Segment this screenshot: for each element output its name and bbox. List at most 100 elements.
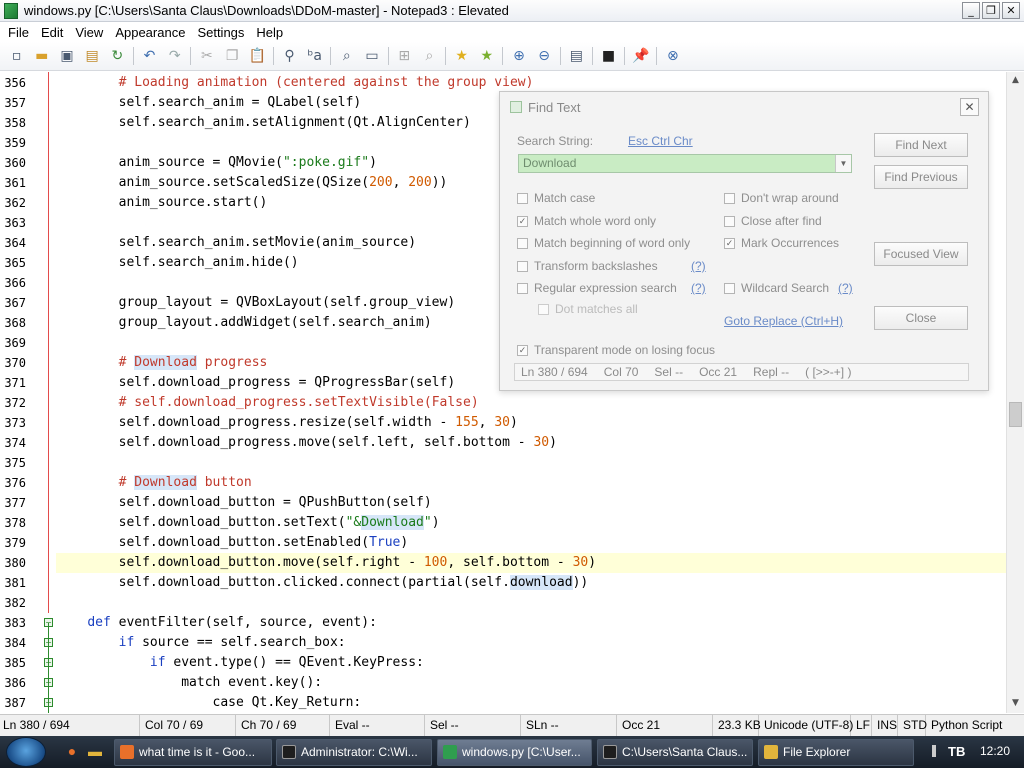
search-string-input[interactable]: Download ▼ xyxy=(518,154,852,173)
code-line[interactable]: if source == self.search_box: xyxy=(56,633,1006,653)
pin-icon[interactable]: 📌 xyxy=(631,46,651,66)
find-icon[interactable]: ⚲ xyxy=(279,46,299,66)
code-line[interactable]: self.download_button.clicked.connect(par… xyxy=(56,573,1006,593)
current-code-line[interactable]: self.download_button.move(self.right - 1… xyxy=(56,553,1006,573)
console-icon[interactable]: ■ xyxy=(599,46,619,66)
status-column[interactable]: Col 70 / 69 xyxy=(142,715,236,736)
menu-appearance[interactable]: Appearance xyxy=(109,25,191,40)
dialog-close-icon[interactable]: ✕ xyxy=(960,98,979,116)
copy-icon[interactable]: ❐ xyxy=(222,46,242,66)
code-line[interactable]: case Qt.Key_Return: xyxy=(56,693,1006,713)
menu-file[interactable]: File xyxy=(2,25,35,40)
dropdown-arrow-icon[interactable]: ▼ xyxy=(835,155,851,172)
menu-edit[interactable]: Edit xyxy=(35,25,69,40)
status-line[interactable]: Ln 380 / 694 xyxy=(0,715,140,736)
save-icon[interactable]: ▣ xyxy=(57,46,77,66)
redo-icon[interactable]: ↷ xyxy=(165,46,185,66)
status-file-size[interactable]: 23.3 KB xyxy=(715,715,761,736)
code-line[interactable]: self.download_button = QPushButton(self) xyxy=(56,493,1006,513)
match-whole-word-checkbox[interactable]: ✓ Match whole word only xyxy=(517,214,656,228)
code-line[interactable] xyxy=(56,593,1006,613)
code-line[interactable]: self.download_progress.resize(self.width… xyxy=(56,413,1006,433)
status-eval[interactable]: Eval -- xyxy=(332,715,425,736)
code-line[interactable]: if event.type() == QEvent.KeyPress: xyxy=(56,653,1006,673)
close-button[interactable]: Close xyxy=(874,306,968,330)
firefox-quicklaunch-icon[interactable]: ● xyxy=(63,742,81,760)
scroll-down-arrow-icon[interactable]: ▼ xyxy=(1007,695,1024,712)
minimize-button[interactable]: _ xyxy=(962,2,980,19)
scrollbar-thumb[interactable] xyxy=(1009,402,1022,427)
task-cmd-user[interactable]: C:\Users\Santa Claus... xyxy=(597,739,753,766)
zoom-find-icon[interactable]: ⌕ xyxy=(337,46,357,66)
new-icon[interactable]: ▫ xyxy=(7,46,27,66)
status-std[interactable]: STD xyxy=(900,715,927,736)
code-line[interactable]: # Loading animation (centered against th… xyxy=(56,73,1006,93)
goto-icon[interactable]: ⊞ xyxy=(394,46,414,66)
favorites-icon[interactable]: ★ xyxy=(452,46,472,66)
code-line[interactable]: self.download_button.setEnabled(True) xyxy=(56,533,1006,553)
status-char[interactable]: Ch 70 / 69 xyxy=(238,715,330,736)
explorer-quicklaunch-icon[interactable]: ▬ xyxy=(86,742,104,760)
code-line[interactable]: def eventFilter(self, source, event): xyxy=(56,613,1006,633)
transparent-mode-checkbox[interactable]: ✓ Transparent mode on losing focus xyxy=(517,343,715,357)
menu-settings[interactable]: Settings xyxy=(191,25,250,40)
match-beginning-checkbox[interactable]: Match beginning of word only xyxy=(517,236,690,250)
transform-help-link[interactable]: (?) xyxy=(691,259,706,273)
status-encoding[interactable]: Unicode (UTF-8) xyxy=(761,715,853,736)
tray-grip-icon[interactable] xyxy=(932,745,936,757)
reload-icon[interactable]: ↻ xyxy=(107,46,127,66)
vertical-scrollbar[interactable]: ▲ ▼ xyxy=(1006,72,1024,713)
close-window-button[interactable]: ✕ xyxy=(1002,2,1020,19)
match-case-checkbox[interactable]: Match case xyxy=(517,191,595,205)
scroll-up-arrow-icon[interactable]: ▲ xyxy=(1007,72,1024,89)
task-notepad3[interactable]: windows.py [C:\User... xyxy=(437,739,592,766)
clock[interactable]: 12:20 xyxy=(980,744,1010,758)
status-selected-lines[interactable]: SLn -- xyxy=(523,715,617,736)
code-line[interactable]: # Download button xyxy=(56,473,1006,493)
replace-icon[interactable]: ᵇa xyxy=(305,46,325,66)
esc-ctrl-chr-link[interactable]: Esc Ctrl Chr xyxy=(628,134,693,148)
find-next-button[interactable]: Find Next xyxy=(874,133,968,157)
close-doc-icon[interactable]: ⊗ xyxy=(663,46,683,66)
task-firefox[interactable]: what time is it - Goo... xyxy=(114,739,272,766)
start-button[interactable] xyxy=(6,737,46,767)
focused-view-button[interactable]: Focused View xyxy=(874,242,968,266)
regex-help-link[interactable]: (?) xyxy=(691,281,706,295)
transform-backslashes-checkbox[interactable]: Transform backslashes xyxy=(517,259,658,273)
status-eol[interactable]: LF xyxy=(853,715,872,736)
goto-replace-link[interactable]: Goto Replace (Ctrl+H) xyxy=(724,314,843,328)
task-admin-cmd[interactable]: Administrator: C:\Wi... xyxy=(276,739,432,766)
wildcard-help-link[interactable]: (?) xyxy=(838,281,853,295)
search-doc-icon[interactable]: ⌕ xyxy=(419,46,439,66)
wrap-icon[interactable]: ▭ xyxy=(362,46,382,66)
add-favorite-icon[interactable]: ★ xyxy=(477,46,497,66)
find-previous-button[interactable]: Find Previous xyxy=(874,165,968,189)
zoom-in-icon[interactable]: ⊕ xyxy=(509,46,529,66)
scheme-icon[interactable]: ▤ xyxy=(566,46,586,66)
menu-help[interactable]: Help xyxy=(250,25,289,40)
tray-app-icon[interactable]: TB xyxy=(948,742,970,762)
dot-matches-all-checkbox[interactable]: Dot matches all xyxy=(538,302,638,316)
wildcard-search-checkbox[interactable]: Wildcard Search xyxy=(724,281,829,295)
task-file-explorer[interactable]: File Explorer xyxy=(758,739,914,766)
code-line[interactable]: # self.download_progress.setTextVisible(… xyxy=(56,393,1006,413)
code-line[interactable] xyxy=(56,453,1006,473)
undo-icon[interactable]: ↶ xyxy=(140,46,160,66)
code-line[interactable]: match event.key(): xyxy=(56,673,1006,693)
paste-icon[interactable]: 📋 xyxy=(247,46,267,66)
maximize-button[interactable]: ❐ xyxy=(982,2,1000,19)
status-insert-mode[interactable]: INS xyxy=(874,715,898,736)
code-line[interactable]: self.download_button.setText("&Download"… xyxy=(56,513,1006,533)
mark-occurrences-checkbox[interactable]: ✓ Mark Occurrences xyxy=(724,236,839,250)
zoom-out-icon[interactable]: ⊖ xyxy=(534,46,554,66)
dont-wrap-checkbox[interactable]: Don't wrap around xyxy=(724,191,839,205)
status-occurrences[interactable]: Occ 21 xyxy=(619,715,713,736)
code-line[interactable]: self.download_progress.move(self.left, s… xyxy=(56,433,1006,453)
save-all-icon[interactable]: ▤ xyxy=(82,46,102,66)
open-icon[interactable]: ▬ xyxy=(32,46,52,66)
status-lexer[interactable]: Python Script xyxy=(928,715,1024,736)
close-after-find-checkbox[interactable]: Close after find xyxy=(724,214,822,228)
regex-search-checkbox[interactable]: Regular expression search xyxy=(517,281,677,295)
status-selection[interactable]: Sel -- xyxy=(427,715,521,736)
cut-icon[interactable]: ✂ xyxy=(197,46,217,66)
